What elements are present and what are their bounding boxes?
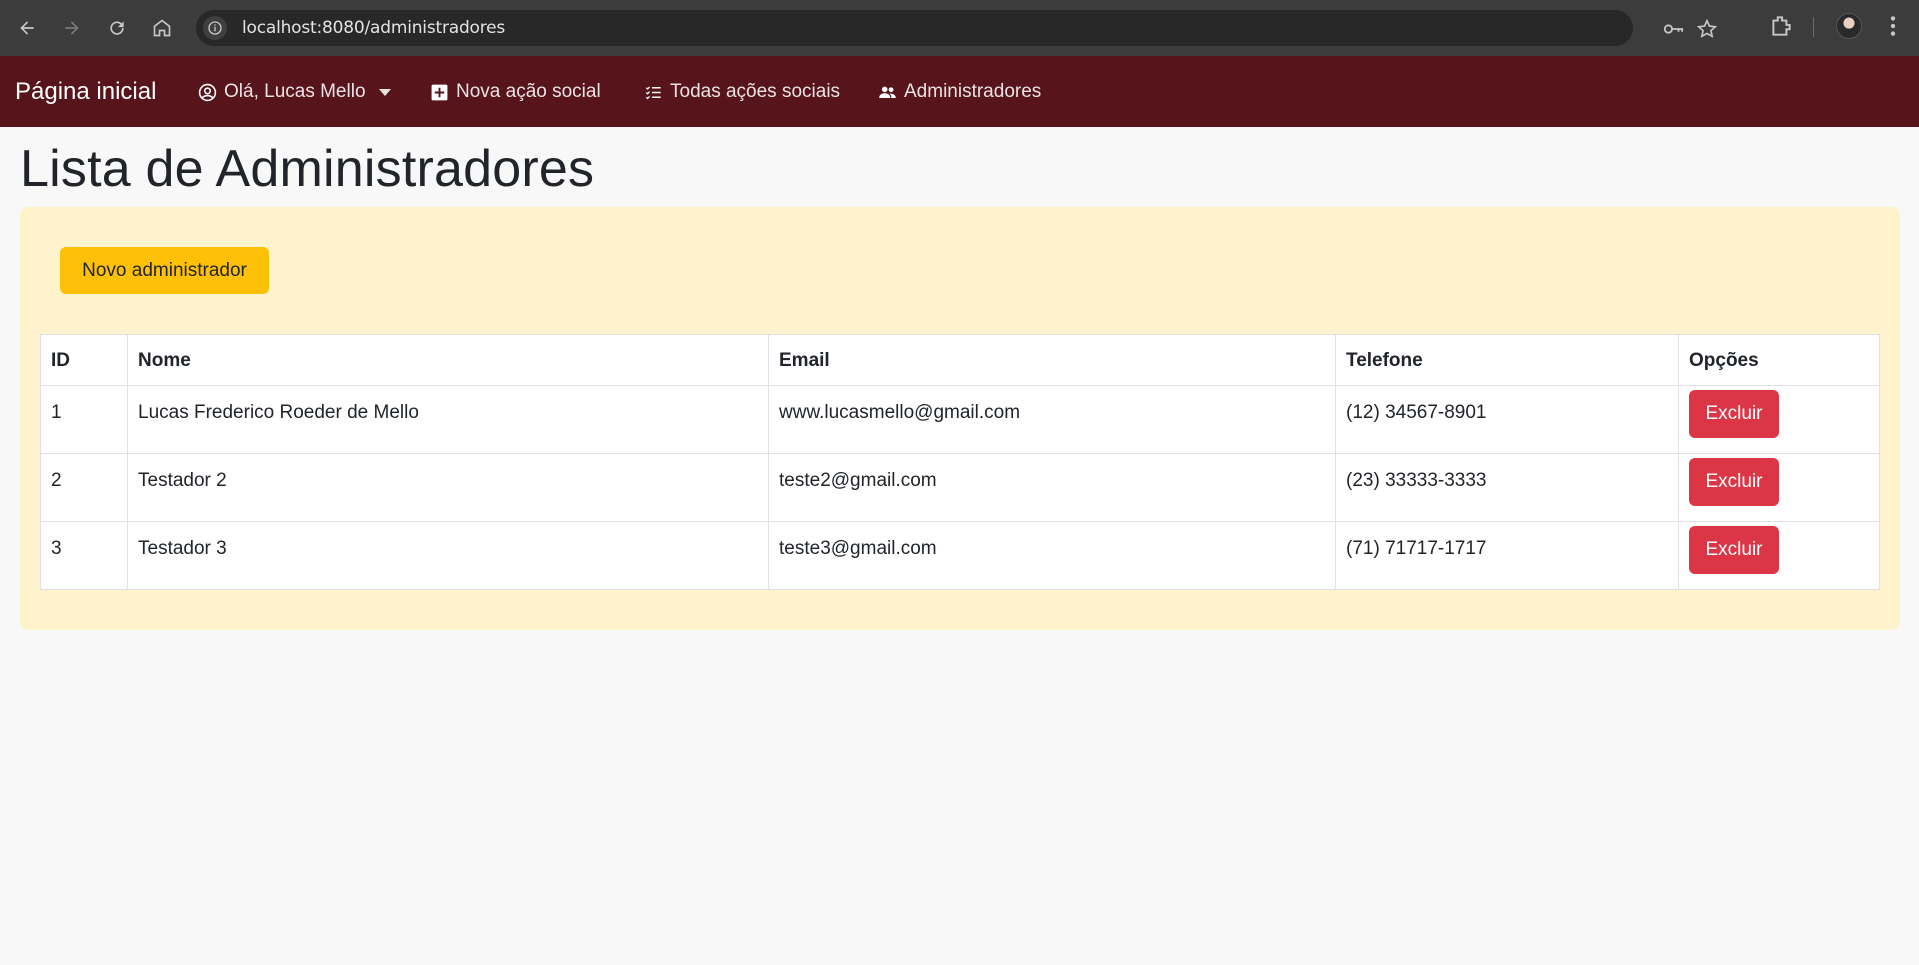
address-bar[interactable]: localhost:8080/administradores (196, 10, 1718, 46)
kebab-menu-icon[interactable] (1880, 13, 1906, 39)
profile-avatar[interactable] (1836, 13, 1862, 39)
nav-administradores[interactable]: Administradores (878, 81, 1041, 103)
table-header-row: ID Nome Email Telefone Opções (40, 334, 1880, 386)
cell-nome: Lucas Frederico Roeder de Mello (127, 385, 769, 454)
key-icon[interactable] (1662, 18, 1684, 40)
column-header-opcoes: Opções (1678, 334, 1880, 386)
bookmark-star-icon[interactable] (1696, 18, 1718, 40)
forward-icon[interactable] (55, 11, 89, 45)
table-row: 3 Testador 3 teste3@gmail.com (71) 71717… (40, 521, 1880, 590)
cell-telefone: (71) 71717-1717 (1335, 521, 1679, 590)
table-row: 1 Lucas Frederico Roeder de Mello www.lu… (40, 385, 1880, 454)
nav-todas-acoes-sociais[interactable]: Todas ações sociais (644, 81, 840, 103)
toolbar-divider (1813, 17, 1814, 37)
delete-button[interactable]: Excluir (1689, 458, 1779, 506)
home-icon[interactable] (145, 11, 179, 45)
cell-id: 1 (40, 385, 128, 454)
nav-link-label: Administradores (904, 81, 1042, 102)
new-admin-button[interactable]: Novo administrador (60, 247, 269, 294)
cell-telefone: (12) 34567-8901 (1335, 385, 1679, 454)
user-menu-dropdown[interactable]: Olá, Lucas Mello (198, 81, 391, 103)
delete-button[interactable]: Excluir (1689, 390, 1779, 438)
list-icon (645, 86, 661, 99)
column-header-id: ID (40, 334, 128, 386)
cell-telefone: (23) 33333-3333 (1335, 453, 1679, 522)
url-text[interactable]: localhost:8080/administradores (242, 18, 505, 38)
cell-email: teste2@gmail.com (768, 453, 1336, 522)
column-header-nome: Nome (127, 334, 769, 386)
cell-email: teste3@gmail.com (768, 521, 1336, 590)
cell-id: 2 (40, 453, 128, 522)
admin-list-panel: Novo administrador ID Nome Email Telefon… (20, 207, 1900, 630)
cell-email: www.lucasmello@gmail.com (768, 385, 1336, 454)
column-header-email: Email (768, 334, 1336, 386)
site-info-icon[interactable] (203, 16, 227, 40)
back-icon[interactable] (10, 11, 44, 45)
chevron-down-icon (378, 88, 391, 96)
people-icon (879, 86, 896, 98)
cell-nome: Testador 3 (127, 521, 769, 590)
cell-id: 3 (40, 521, 128, 590)
user-menu-label: Olá, Lucas Mello (224, 81, 366, 102)
user-circle-icon (198, 83, 217, 101)
cell-opcoes: Excluir (1678, 453, 1880, 522)
browser-toolbar: localhost:8080/administradores (0, 0, 1919, 56)
nav-nova-acao-social[interactable]: Nova ação social (430, 81, 601, 103)
column-header-telefone: Telefone (1335, 334, 1679, 386)
main-navbar: Página inicial Olá, Lucas Mello Nova açã… (0, 56, 1919, 127)
reload-icon[interactable] (100, 11, 134, 45)
cell-nome: Testador 2 (127, 453, 769, 522)
nav-link-label: Todas ações sociais (670, 81, 841, 102)
cell-opcoes: Excluir (1678, 385, 1880, 454)
nav-link-label: Nova ação social (456, 81, 601, 102)
page-title: Lista de Administradores (20, 140, 595, 198)
brand-link[interactable]: Página inicial (15, 78, 156, 106)
table-row: 2 Testador 2 teste2@gmail.com (23) 33333… (40, 453, 1880, 522)
cell-opcoes: Excluir (1678, 521, 1880, 590)
plus-square-icon (431, 84, 448, 100)
extensions-icon[interactable] (1768, 13, 1794, 39)
delete-button[interactable]: Excluir (1689, 526, 1779, 574)
admin-table: ID Nome Email Telefone Opções 1 Lucas Fr… (40, 334, 1880, 590)
